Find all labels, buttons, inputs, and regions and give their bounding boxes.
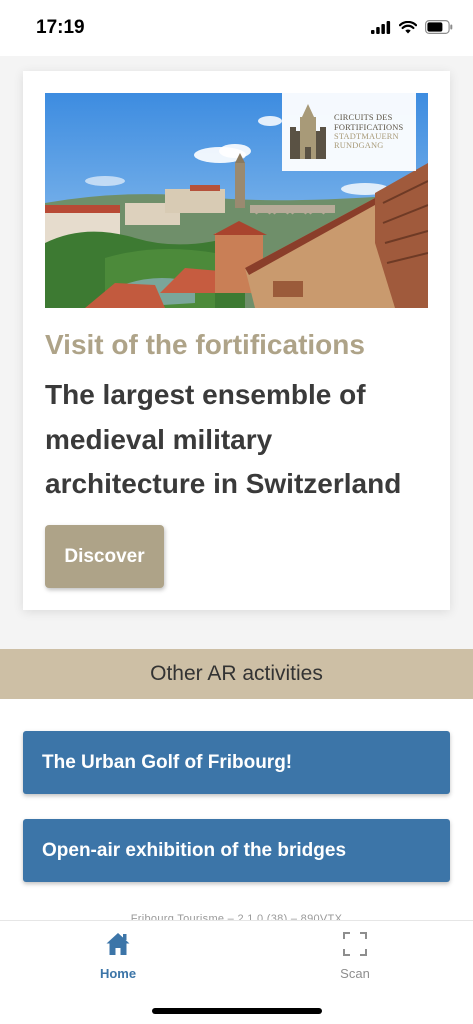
fortifications-card: CIRCUITS DES FORTIFICATIONS STADTMAUERN …	[23, 71, 450, 610]
home-icon	[106, 933, 130, 955]
other-activities-header: Other AR activities	[0, 649, 473, 699]
card-title: The largest ensemble of medieval militar…	[45, 379, 402, 499]
tower-logo-icon	[290, 104, 326, 159]
tab-scan[interactable]: Scan	[295, 931, 415, 991]
logo-line: CIRCUITS DES	[334, 113, 393, 123]
discover-button[interactable]: Discover	[45, 525, 164, 588]
status-icons	[371, 20, 453, 34]
tab-scan-label: Scan	[340, 966, 370, 981]
hero-image: CIRCUITS DES FORTIFICATIONS STADTMAUERN …	[45, 93, 428, 308]
logo-line: STADTMAUERN	[334, 132, 399, 141]
cellular-signal-icon	[371, 20, 391, 34]
logo-line: RUNDGANG	[334, 141, 384, 151]
logo-line: FORTIFICATIONS	[334, 122, 404, 132]
bridges-exhibition-button[interactable]: Open-air exhibition of the bridges	[23, 819, 450, 882]
home-indicator	[152, 1008, 322, 1014]
app-version-text: Fribourg Tourisme – 2.1.0 (38) – 890VTX	[130, 913, 343, 920]
logo-text: CIRCUITS DES FORTIFICATIONS STADTMAUERN …	[334, 113, 403, 151]
fortifications-logo: CIRCUITS DES FORTIFICATIONS STADTMAUERN …	[282, 93, 416, 171]
tab-home-label: Home	[99, 966, 137, 981]
wifi-icon	[399, 20, 417, 33]
status-time: 17:19	[36, 17, 85, 38]
status-bar: 17:19	[0, 0, 473, 56]
scan-icon	[343, 932, 367, 956]
card-subtitle: Visit of the fortifications	[45, 329, 365, 360]
tab-home[interactable]: Home	[58, 931, 178, 991]
urban-golf-button[interactable]: The Urban Golf of Fribourg!	[23, 731, 450, 794]
battery-icon	[425, 20, 453, 34]
